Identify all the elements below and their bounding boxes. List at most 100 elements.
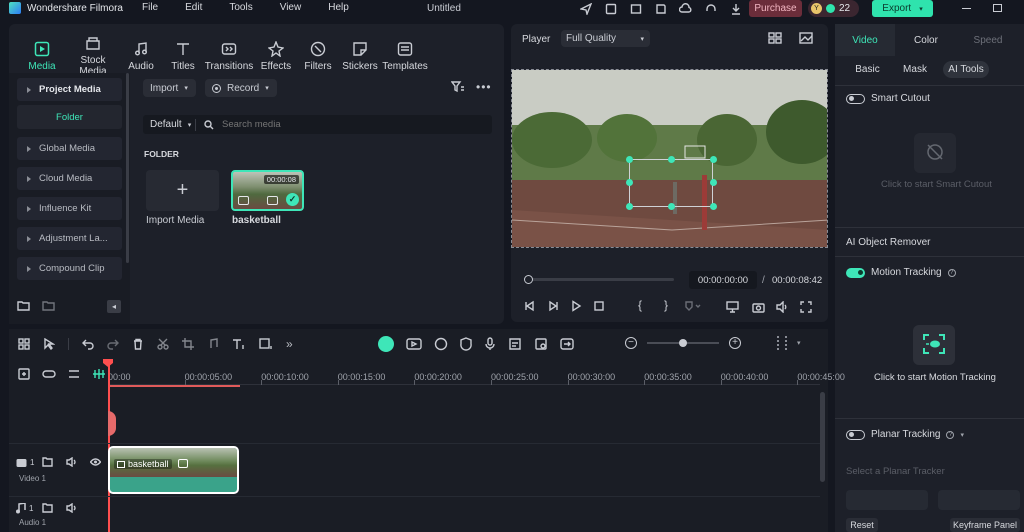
- folder-icon[interactable]: [42, 300, 55, 311]
- ai-mate-icon[interactable]: [378, 336, 394, 352]
- add-track-icon[interactable]: [18, 368, 30, 380]
- fullscreen-icon[interactable]: [800, 301, 812, 313]
- sidebar-scrollbar[interactable]: [126, 73, 129, 263]
- microphone-icon[interactable]: [484, 337, 496, 351]
- volume-icon[interactable]: [66, 503, 77, 513]
- sidebar-item-cloud-media[interactable]: Cloud Media: [17, 167, 122, 190]
- media-icon[interactable]: [604, 2, 617, 15]
- current-time-box[interactable]: 00:00:00:00: [689, 271, 757, 289]
- volume-icon[interactable]: [66, 457, 77, 467]
- select-tool-icon[interactable]: [43, 338, 55, 350]
- tab-audio[interactable]: Audio: [119, 41, 163, 72]
- folder-icon[interactable]: [42, 503, 53, 513]
- more-options-icon[interactable]: •••: [476, 80, 492, 94]
- grid-view-icon[interactable]: [768, 32, 782, 44]
- collapse-sidebar-button[interactable]: ◂: [107, 300, 121, 313]
- send-icon[interactable]: [579, 2, 592, 15]
- planar-tracker-option[interactable]: [846, 490, 928, 510]
- volume-icon[interactable]: [776, 301, 789, 313]
- help-icon[interactable]: ?: [946, 430, 955, 439]
- replace-icon[interactable]: [560, 337, 574, 351]
- tab-video[interactable]: Video: [835, 24, 895, 56]
- tab-titles[interactable]: Titles: [163, 41, 203, 72]
- chevron-down-icon[interactable]: ▾: [797, 339, 801, 347]
- layout-icon[interactable]: [18, 338, 30, 350]
- split-icon[interactable]: [157, 338, 169, 350]
- tab-media[interactable]: Media: [17, 41, 67, 72]
- tab-filters[interactable]: Filters: [297, 41, 339, 72]
- shield-icon[interactable]: [460, 337, 472, 351]
- tab-effects[interactable]: Effects: [255, 40, 297, 72]
- keyframe-panel-button[interactable]: Keyframe Panel: [950, 518, 1020, 532]
- tab-stickers[interactable]: Stickers: [339, 41, 381, 72]
- auto-reframe-icon[interactable]: [534, 337, 548, 351]
- subtab-mask[interactable]: Mask: [887, 61, 943, 78]
- chevron-down-icon[interactable]: ▾: [960, 431, 964, 439]
- shape-icon[interactable]: [259, 338, 273, 350]
- text-icon[interactable]: [232, 338, 246, 350]
- smart-cutout-toggle[interactable]: [846, 93, 865, 104]
- cloud-icon[interactable]: [679, 2, 692, 15]
- credits-badge[interactable]: Y 22: [808, 0, 859, 17]
- zoom-slider-knob[interactable]: [679, 339, 687, 347]
- zoom-in-icon[interactable]: +: [729, 337, 741, 349]
- tracking-handle[interactable]: [668, 203, 675, 210]
- layout-icon[interactable]: [629, 2, 642, 15]
- mark-in-icon[interactable]: {: [638, 298, 642, 312]
- tracking-handle[interactable]: [668, 156, 675, 163]
- menu-view[interactable]: View: [280, 2, 302, 13]
- auto-beat-icon[interactable]: [434, 337, 448, 351]
- import-button[interactable]: Import ▾: [143, 79, 196, 97]
- new-folder-icon[interactable]: [17, 300, 30, 311]
- prev-frame-icon[interactable]: [524, 300, 536, 312]
- motion-tracking-toggle[interactable]: [846, 267, 865, 278]
- audio-stretch-icon[interactable]: [207, 338, 219, 350]
- basketball-clip-thumb[interactable]: 00:00:08 ✓: [231, 170, 304, 211]
- tracking-box[interactable]: [629, 159, 713, 207]
- purchase-button[interactable]: Purchase: [749, 0, 802, 17]
- planar-tracker-option[interactable]: [938, 490, 1020, 510]
- maximize-icon[interactable]: [993, 4, 1002, 12]
- link-icon[interactable]: [42, 368, 56, 380]
- video-preview[interactable]: [511, 69, 828, 248]
- render-preview-icon[interactable]: [726, 301, 739, 313]
- minimize-icon[interactable]: [962, 8, 971, 9]
- tracking-handle[interactable]: [710, 156, 717, 163]
- tracking-handle[interactable]: [710, 203, 717, 210]
- tab-stock-media[interactable]: Stock Media: [67, 35, 119, 77]
- play-loop-icon[interactable]: [547, 300, 559, 312]
- scene-detect-icon[interactable]: [406, 337, 422, 351]
- timeline-scrollbar[interactable]: [820, 392, 825, 482]
- delete-icon[interactable]: [132, 338, 144, 350]
- play-icon[interactable]: [570, 300, 582, 312]
- tracking-handle[interactable]: [626, 156, 633, 163]
- sidebar-item-adjustment-layer[interactable]: Adjustment La...: [17, 227, 122, 250]
- planar-tracking-toggle[interactable]: [846, 429, 865, 440]
- save-icon[interactable]: [654, 2, 667, 15]
- smart-cutout-button[interactable]: [914, 133, 956, 173]
- subtab-basic[interactable]: Basic: [848, 61, 887, 78]
- reset-button[interactable]: Reset: [846, 518, 878, 532]
- tracking-handle[interactable]: [626, 179, 633, 186]
- video-clip[interactable]: basketball: [108, 446, 239, 494]
- motion-tracking-button[interactable]: [913, 325, 955, 365]
- sort-dropdown[interactable]: Default ▾: [143, 119, 195, 130]
- stop-icon[interactable]: [593, 300, 605, 312]
- menu-file[interactable]: File: [142, 2, 158, 13]
- redo-icon[interactable]: [107, 338, 119, 350]
- sidebar-item-global-media[interactable]: Global Media: [17, 137, 122, 160]
- subtab-ai-tools[interactable]: AI Tools: [943, 61, 989, 78]
- magnet-snap-icon[interactable]: [92, 368, 106, 380]
- sidebar-item-project-media[interactable]: Project Media: [17, 78, 122, 101]
- zoom-out-icon[interactable]: −: [625, 337, 637, 349]
- menu-help[interactable]: Help: [328, 2, 349, 13]
- mark-out-icon[interactable]: }: [664, 298, 668, 312]
- help-icon[interactable]: ?: [947, 268, 956, 277]
- download-icon[interactable]: [729, 2, 742, 15]
- filter-icon[interactable]: [451, 81, 465, 93]
- quality-dropdown[interactable]: Full Quality ▾: [561, 30, 650, 47]
- playhead-knob[interactable]: [524, 275, 533, 284]
- sidebar-item-folder[interactable]: Folder: [17, 105, 122, 129]
- marker-icon[interactable]: [685, 301, 703, 312]
- menu-tools[interactable]: Tools: [229, 2, 252, 13]
